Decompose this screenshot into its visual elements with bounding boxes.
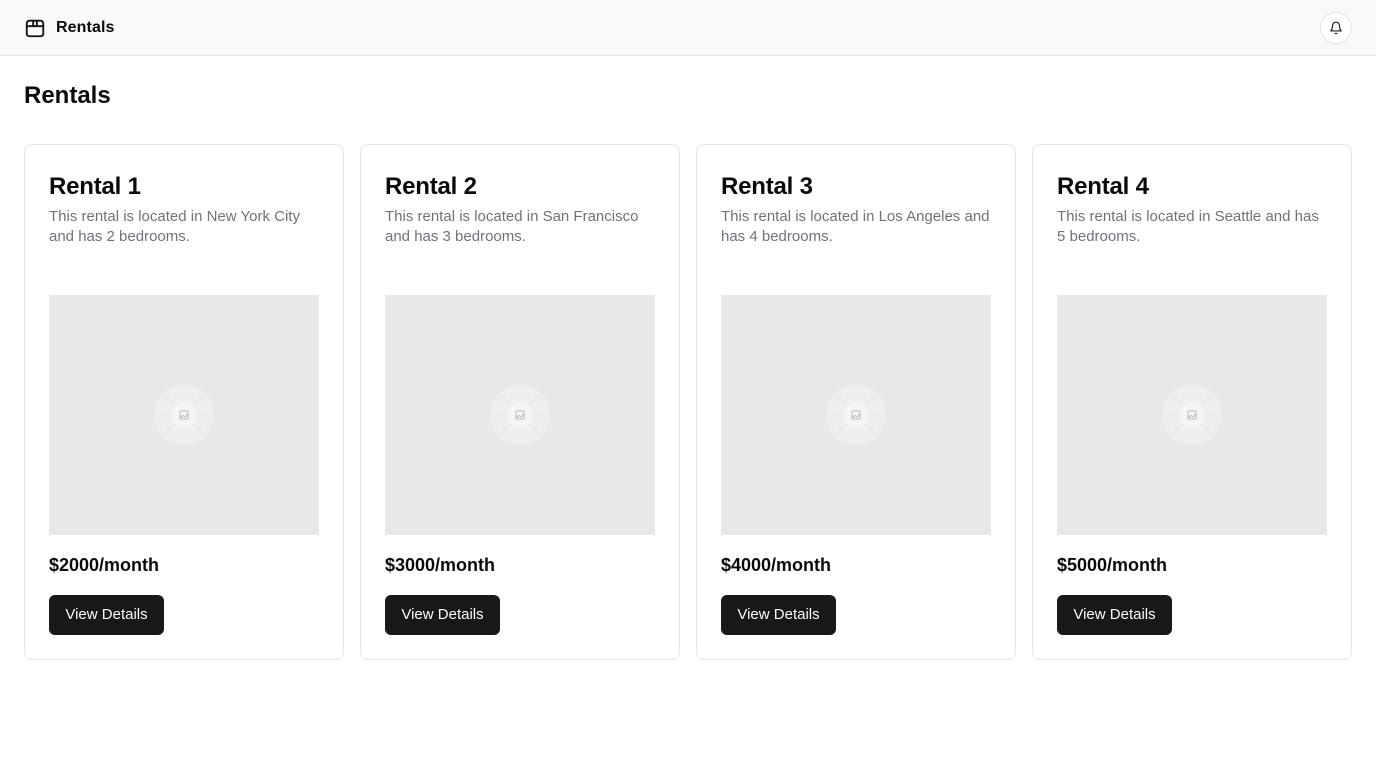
rental-card-price: $5000/month xyxy=(1057,555,1168,575)
brand-label: Rentals xyxy=(56,19,115,36)
rental-card-title: Rental 4 xyxy=(1057,173,1149,200)
rental-card-price: $3000/month xyxy=(385,555,496,575)
rental-card: Rental 1 This rental is located in New Y… xyxy=(24,144,344,660)
rental-image-placeholder xyxy=(49,295,319,535)
rental-image-placeholder xyxy=(385,295,655,535)
notifications-button[interactable] xyxy=(1320,12,1352,44)
image-placeholder-icon xyxy=(1162,385,1222,445)
image-placeholder-icon xyxy=(490,385,550,445)
view-details-button[interactable]: View Details xyxy=(49,595,164,635)
view-details-button[interactable]: View Details xyxy=(1057,595,1172,635)
rental-card: Rental 3 This rental is located in Los A… xyxy=(696,144,1016,660)
top-navbar: Rentals xyxy=(0,0,1376,56)
view-details-button[interactable]: View Details xyxy=(721,595,836,635)
rental-card-title: Rental 2 xyxy=(385,173,477,200)
rental-image-placeholder xyxy=(1057,295,1327,535)
rental-card: Rental 4 This rental is located in Seatt… xyxy=(1032,144,1352,660)
view-details-button[interactable]: View Details xyxy=(385,595,500,635)
rental-card-description: This rental is located in Los Angeles an… xyxy=(721,208,990,245)
rental-card-description: This rental is located in New York City … xyxy=(49,208,300,245)
rental-card-title: Rental 3 xyxy=(721,173,813,200)
page-title: Rentals xyxy=(24,82,111,109)
bell-icon xyxy=(1330,21,1342,35)
image-placeholder-icon xyxy=(826,385,886,445)
rental-image-placeholder xyxy=(721,295,991,535)
brand-link[interactable]: Rentals xyxy=(24,16,115,40)
rental-card-title: Rental 1 xyxy=(49,173,141,200)
rental-card-price: $4000/month xyxy=(721,555,832,575)
rental-card: Rental 2 This rental is located in San F… xyxy=(360,144,680,660)
rental-card-description: This rental is located in Seattle and ha… xyxy=(1057,208,1319,245)
rental-card-description: This rental is located in San Francisco … xyxy=(385,208,639,245)
rental-card-price: $2000/month xyxy=(49,555,160,575)
image-placeholder-icon xyxy=(154,385,214,445)
package-icon xyxy=(25,19,45,38)
